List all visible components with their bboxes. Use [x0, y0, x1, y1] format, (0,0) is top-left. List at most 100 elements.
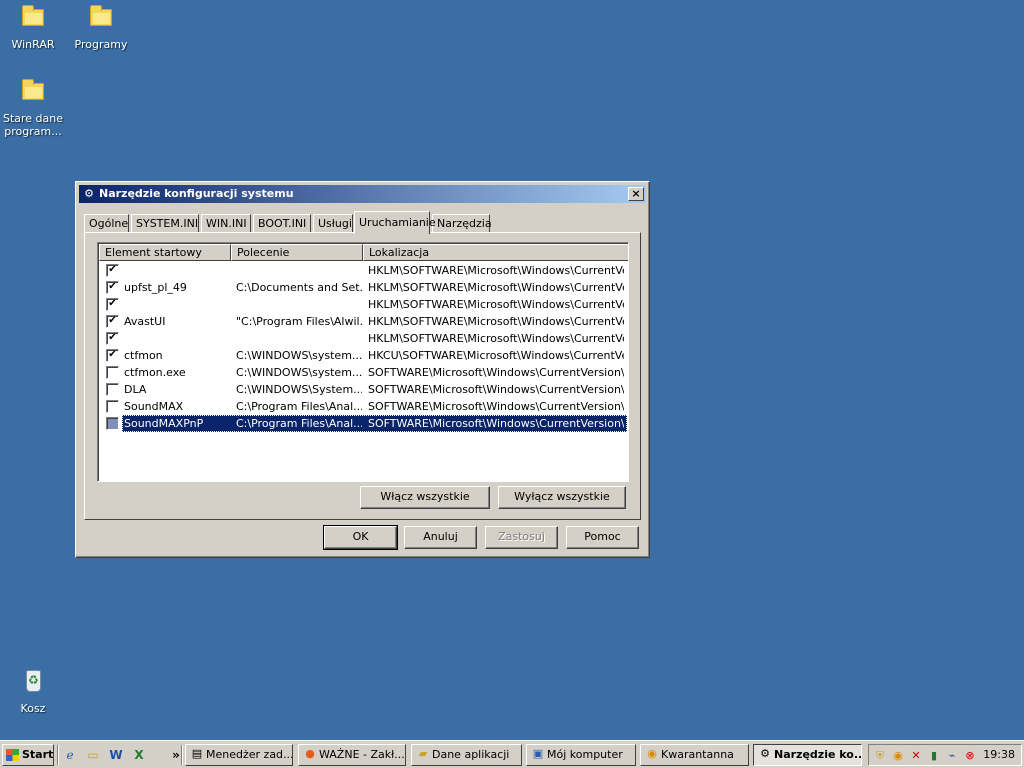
startup-checkbox[interactable] [106, 400, 119, 413]
column-header-startup-item[interactable]: Element startowy [99, 244, 231, 261]
task-label: Mój komputer [547, 748, 623, 761]
list-item[interactable]: SoundMAXPnP C:\Program Files\Anal... SOFTW… [99, 415, 627, 432]
desktop-icon-label: Programy [74, 38, 128, 51]
desktop-icon-label: Stare dane program... [2, 112, 64, 138]
tab-win-ini[interactable]: WIN.INI [201, 214, 251, 233]
internet-explorer-icon[interactable]: ℯ [62, 747, 78, 763]
list-item[interactable]: ✔ AvastUI "C:\Program Files\Alwil... HKLM\S… [99, 313, 627, 330]
task-manager-icon: ▤ [191, 747, 203, 760]
task-msconfig[interactable]: ⚙ Narzędzie ko... [753, 744, 862, 766]
apply-button[interactable]: Zastosuj [485, 526, 558, 549]
startup-item-command: "C:\Program Files\Alwil... [236, 315, 362, 328]
network-disconnected-icon[interactable]: ✕ [908, 748, 924, 764]
startup-items-list[interactable]: Element startowy Polecenie Lokalizacja ✔… [97, 242, 629, 482]
list-item[interactable]: SoundMAX C:\Program Files\Anal... SOFTWARE… [99, 398, 627, 415]
clock[interactable]: 19:38 [983, 745, 1015, 765]
startup-item-name: ctfmon.exe [124, 366, 186, 379]
word-icon[interactable]: W [108, 747, 124, 763]
startup-checkbox[interactable]: ✔ [106, 281, 119, 294]
help-button[interactable]: Pomoc [566, 526, 639, 549]
start-button[interactable]: Start [2, 744, 54, 766]
startup-item-name: DLA [124, 383, 147, 396]
task-label: Dane aplikacji [432, 748, 510, 761]
firefox-icon: ● [305, 747, 315, 760]
startup-item-location: HKLM\SOFTWARE\Microsoft\Windows\CurrentV… [368, 332, 624, 345]
msconfig-icon: ⚙ [760, 747, 770, 760]
list-item[interactable]: ✔ HKLM\SOFTWARE\Microsoft\Windows\Current… [99, 330, 627, 347]
startup-item-location: HKLM\SOFTWARE\Microsoft\Windows\CurrentV… [368, 298, 624, 311]
list-item[interactable]: ctfmon.exe C:\WINDOWS\system... SOFTWARE\M… [99, 364, 627, 381]
msconfig-icon: ⚙ [84, 187, 94, 200]
task-firefox[interactable]: ● WAŻNE - Zakł... [298, 744, 406, 766]
connection-icon[interactable]: ⌁ [944, 748, 960, 764]
task-my-computer[interactable]: ▣ Mój komputer [526, 744, 636, 766]
startup-item-location: HKLM\SOFTWARE\Microsoft\Windows\CurrentV… [368, 315, 624, 328]
startup-checkbox[interactable]: ✔ [106, 264, 119, 277]
battery-icon[interactable]: ▮ [926, 748, 942, 764]
list-item[interactable]: ✔ HKLM\SOFTWARE\Microsoft\Windows\Current… [99, 262, 627, 279]
tab-uruchamianie[interactable]: Uruchamianie [354, 211, 436, 234]
startup-checkbox[interactable] [106, 383, 119, 396]
security-shield-icon[interactable]: ⛨ [872, 748, 888, 764]
startup-item-command: C:\WINDOWS\System... [236, 383, 362, 396]
startup-checkbox[interactable]: ✔ [106, 298, 119, 311]
excel-icon[interactable]: X [131, 747, 147, 763]
tab-ogolne[interactable]: Ogólne [84, 214, 129, 233]
dialog-title: Narzędzie konfiguracji systemu [99, 187, 294, 200]
tab-uslugi[interactable]: Usługi [313, 214, 353, 233]
startup-item-command: C:\Program Files\Anal... [236, 400, 362, 413]
list-item[interactable]: ✔ upfst_pl_49 C:\Documents and Set... HKLM\… [99, 279, 627, 296]
task-quarantine[interactable]: ◉ Kwarantanna [640, 744, 749, 766]
startup-checkbox[interactable]: ✔ [106, 349, 119, 362]
folder-icon: ▰ [418, 747, 428, 760]
tab-narzedzia[interactable]: Narzędzia [432, 214, 492, 233]
show-desktop-icon[interactable]: ▭ [85, 747, 101, 763]
disable-all-button[interactable]: Wyłącz wszystkie [498, 486, 626, 509]
desktop-icon-stare-dane[interactable]: Stare dane program... [0, 76, 69, 138]
taskbar-separator [181, 745, 183, 765]
desktop-icon-recycle-bin[interactable]: Kosz [0, 666, 69, 715]
task-label: WAŻNE - Zakł... [319, 748, 405, 761]
startup-item-command [236, 330, 362, 347]
desktop-icon-programy[interactable]: Programy [65, 2, 137, 51]
tab-system-ini[interactable]: SYSTEM.INI [131, 214, 199, 233]
start-label: Start [22, 748, 54, 761]
column-header-location[interactable]: Lokalizacja [363, 244, 628, 261]
folder-icon [85, 2, 117, 34]
task-label: Narzędzie ko... [774, 748, 862, 761]
cancel-button[interactable]: Anuluj [404, 526, 477, 549]
desktop-icon-label: Kosz [20, 702, 46, 715]
startup-checkbox[interactable] [106, 366, 119, 379]
list-header: Element startowy Polecenie Lokalizacja [99, 244, 628, 261]
startup-item-name [124, 262, 230, 279]
avast-tray-icon[interactable]: ◉ [890, 748, 906, 764]
startup-item-location: SOFTWARE\Microsoft\Windows\CurrentVersio… [368, 417, 624, 430]
startup-item-location: SOFTWARE\Microsoft\Windows\CurrentVersio… [368, 400, 624, 413]
column-header-command[interactable]: Polecenie [231, 244, 363, 261]
list-item[interactable]: DLA C:\WINDOWS\System... SOFTWARE\Microsof… [99, 381, 627, 398]
avast-icon: ◉ [647, 747, 657, 760]
startup-checkbox[interactable]: ✔ [106, 315, 119, 328]
startup-item-command [236, 296, 362, 313]
dialog-titlebar[interactable]: ⚙ Narzędzie konfiguracji systemu × [79, 185, 646, 203]
tab-boot-ini[interactable]: BOOT.INI [253, 214, 311, 233]
task-task-manager[interactable]: ▤ Menedżer zad... [185, 744, 293, 766]
ok-button[interactable]: OK [323, 525, 398, 550]
startup-checkbox[interactable]: ✔ [106, 332, 119, 345]
startup-checkbox[interactable] [106, 417, 119, 430]
msconfig-dialog: ⚙ Narzędzie konfiguracji systemu × Ogóln… [75, 181, 650, 558]
task-dane-aplikacji[interactable]: ▰ Dane aplikacji [411, 744, 522, 766]
safely-remove-icon[interactable]: ⊗ [962, 748, 978, 764]
startup-item-name [124, 330, 230, 347]
close-button[interactable]: × [628, 187, 644, 201]
desktop-icon-winrar[interactable]: WinRAR [0, 2, 69, 51]
folder-icon [17, 76, 49, 108]
list-item[interactable]: ✔ HKLM\SOFTWARE\Microsoft\Windows\Current… [99, 296, 627, 313]
recycle-bin-icon [17, 666, 49, 698]
startup-item-command: C:\Documents and Set... [236, 281, 362, 294]
list-item[interactable]: ✔ ctfmon C:\WINDOWS\system... HKCU\SOFTWARE… [99, 347, 627, 364]
computer-icon: ▣ [532, 747, 544, 760]
startup-tab-panel: Element startowy Polecenie Lokalizacja ✔… [84, 232, 641, 520]
startup-item-name [124, 296, 230, 313]
enable-all-button[interactable]: Włącz wszystkie [360, 486, 490, 509]
